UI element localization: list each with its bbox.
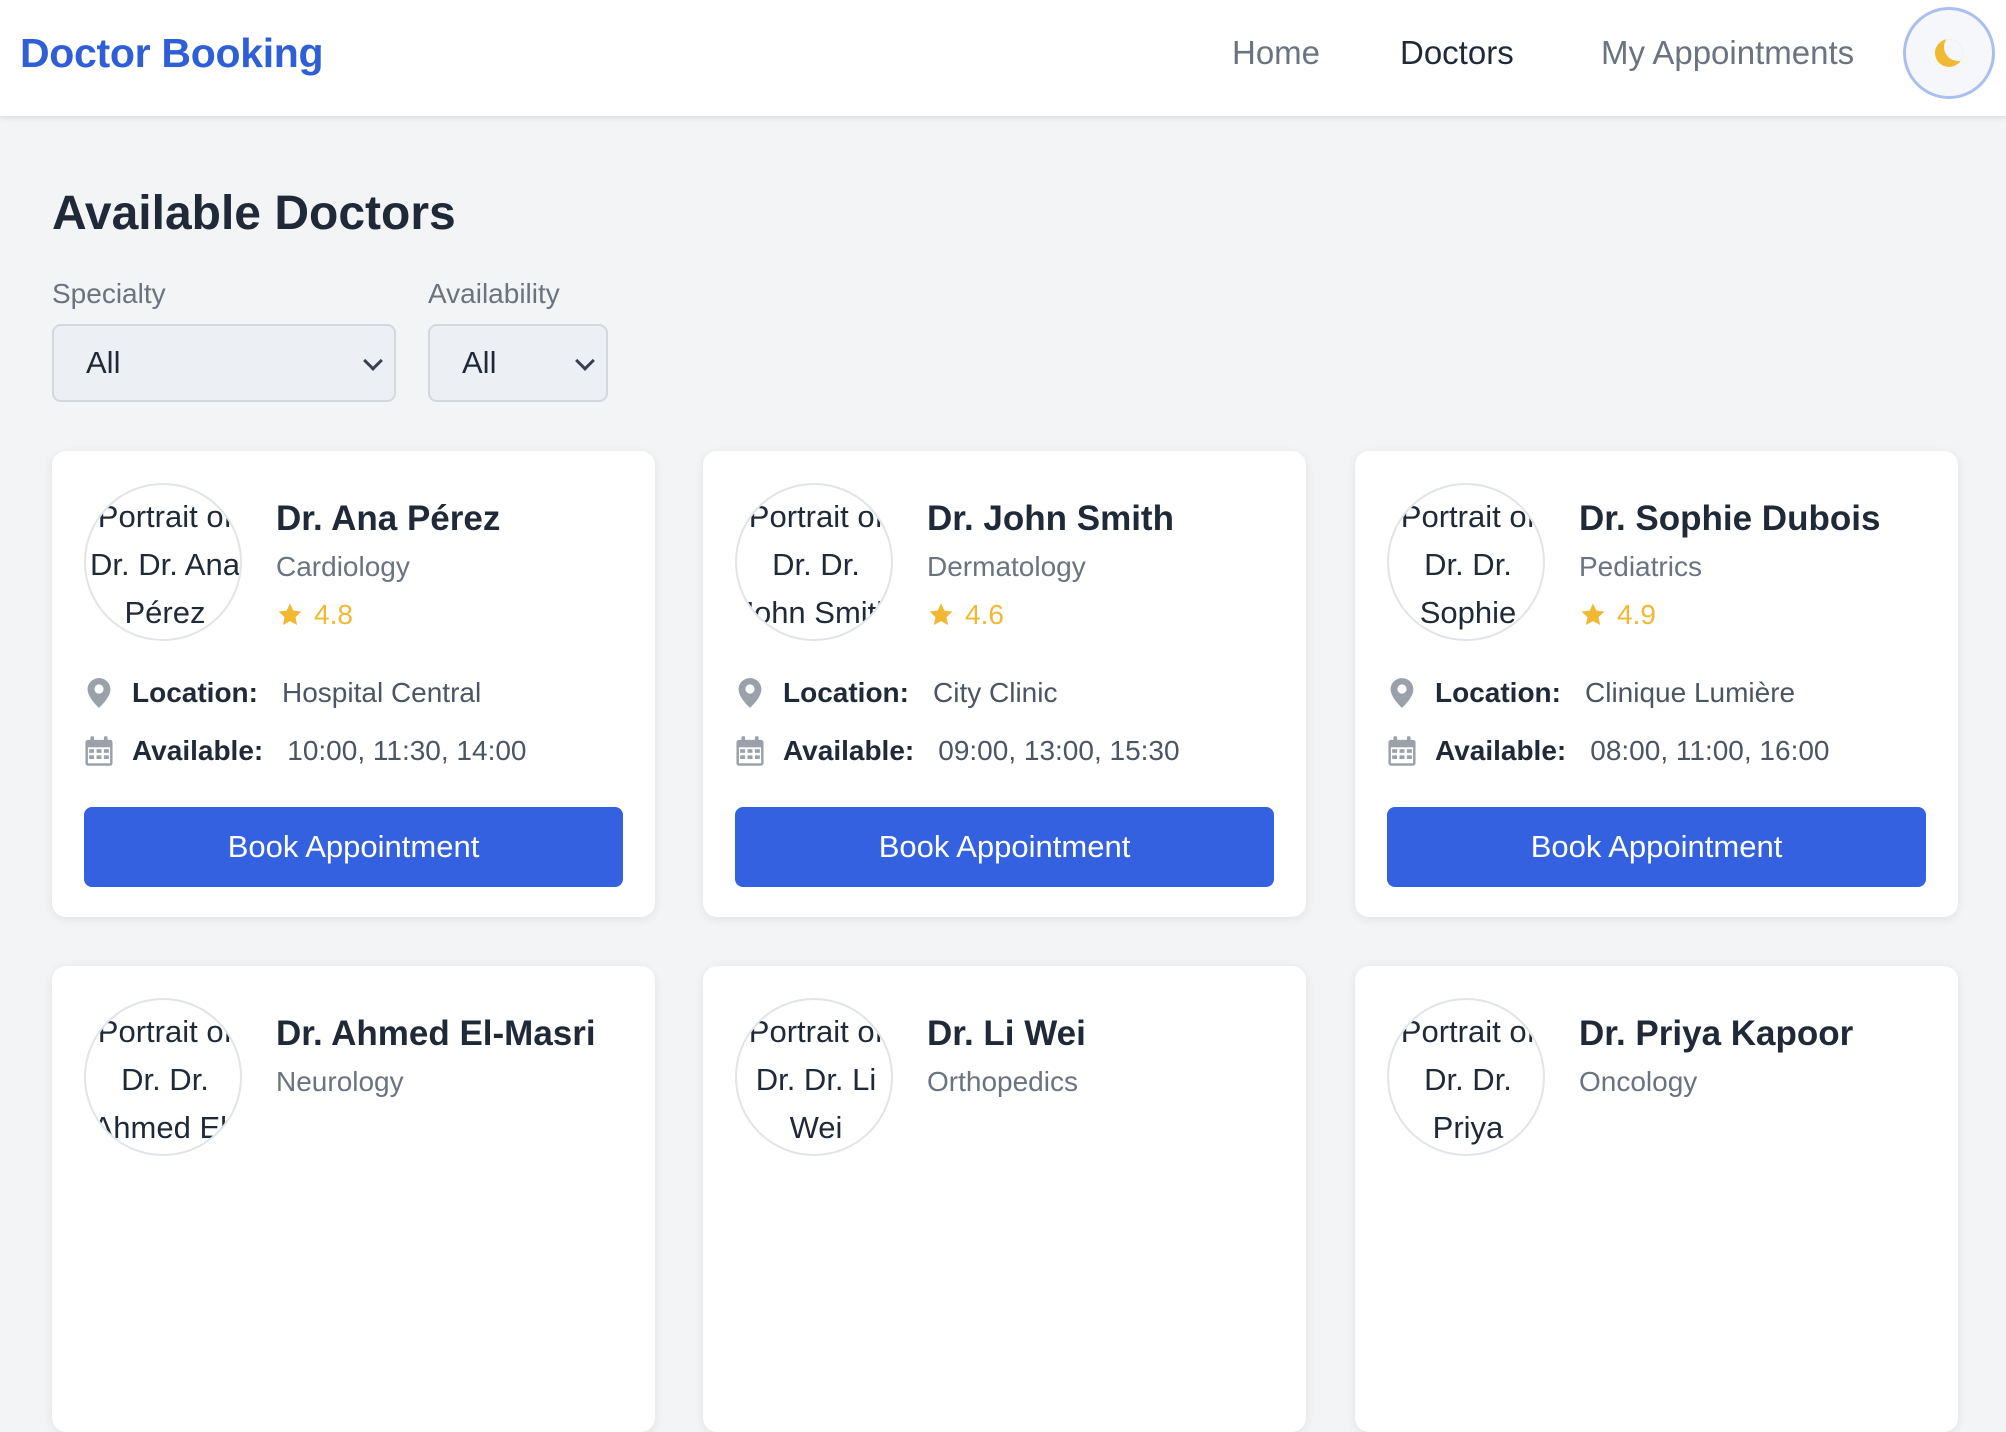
doctor-card: Portrait of Dr. Dr. Sophie Dubois Dr. So… bbox=[1355, 451, 1958, 917]
doctor-name: Dr. Sophie Dubois bbox=[1579, 499, 1881, 538]
doctor-card: Portrait of Dr. Dr. Priya Kapoor Dr. Pri… bbox=[1355, 966, 1958, 1432]
avatar-alt-text: Portrait of Dr. Dr. Li Wei bbox=[748, 1014, 884, 1145]
doctor-specialty: Oncology bbox=[1579, 1066, 1698, 1097]
location-value: City Clinic bbox=[933, 677, 1058, 708]
nav-doctors-link[interactable]: Doctors bbox=[1400, 34, 1514, 72]
doctor-avatar: Portrait of Dr. Dr. Sophie Dubois bbox=[1387, 483, 1545, 641]
location-value: Hospital Central bbox=[282, 677, 482, 708]
doctor-specialty: Neurology bbox=[276, 1066, 404, 1097]
doctor-specialty: Cardiology bbox=[276, 551, 410, 582]
doctor-specialty: Dermatology bbox=[927, 551, 1086, 582]
doctor-card: Portrait of Dr. Dr. Ana Pérez Dr. Ana Pé… bbox=[52, 451, 655, 917]
doctor-specialty: Pediatrics bbox=[1579, 551, 1702, 582]
doctor-name: Dr. Priya Kapoor bbox=[1579, 1014, 1854, 1053]
star-icon bbox=[278, 603, 302, 626]
availability-filter-label: Availability bbox=[428, 278, 560, 309]
book-appointment-button[interactable]: Book Appointment bbox=[735, 807, 1274, 887]
doctor-avatar: Portrait of Dr. Dr. John Smith bbox=[735, 483, 893, 641]
book-appointment-button[interactable]: Book Appointment bbox=[1387, 807, 1926, 887]
doctor-rating: 4.6 bbox=[927, 599, 1004, 631]
location-label: Location: bbox=[783, 677, 909, 708]
doctor-rating: 4.9 bbox=[1579, 599, 1656, 631]
available-label: Available: bbox=[1435, 735, 1567, 766]
doctor-avatar: Portrait of Dr. Dr. Priya Kapoor bbox=[1387, 998, 1545, 1156]
map-pin-icon bbox=[1390, 678, 1414, 708]
calendar-icon bbox=[85, 736, 113, 766]
location-value: Clinique Lumière bbox=[1585, 677, 1796, 708]
doctor-name: Dr. Li Wei bbox=[927, 1014, 1086, 1053]
calendar-icon bbox=[1388, 736, 1416, 766]
doctor-name: Dr. John Smith bbox=[927, 499, 1174, 538]
avatar-alt-text: Portrait of Dr. Dr. Ana Pérez bbox=[90, 499, 240, 630]
doctor-avatar: Portrait of Dr. Dr. Ahmed El-Masri bbox=[84, 998, 242, 1156]
avatar-alt-text: Portrait of Dr. Dr. Sophie Dubois bbox=[1400, 499, 1536, 630]
brand-logo[interactable]: Doctor Booking bbox=[20, 30, 324, 77]
specialty-select-value: All bbox=[86, 345, 121, 380]
doctor-specialty: Orthopedics bbox=[927, 1066, 1078, 1097]
doctor-name: Dr. Ahmed El-Masri bbox=[276, 1014, 596, 1053]
map-pin-icon bbox=[87, 678, 111, 708]
availability-select[interactable]: All bbox=[428, 324, 608, 402]
available-times: 08:00, 11:00, 16:00 bbox=[1590, 735, 1830, 766]
availability-select-value: All bbox=[462, 345, 497, 380]
availability-row: Available: 10:00, 11:30, 14:00 bbox=[84, 735, 527, 767]
location-label: Location: bbox=[132, 677, 258, 708]
book-appointment-button[interactable]: Book Appointment bbox=[84, 807, 623, 887]
rating-value: 4.6 bbox=[965, 599, 1004, 630]
chevron-down-icon bbox=[363, 351, 383, 371]
specialty-filter-label: Specialty bbox=[52, 278, 166, 309]
doctor-card: Portrait of Dr. Dr. Ahmed El-Masri Dr. A… bbox=[52, 966, 655, 1432]
location-row: Location: City Clinic bbox=[735, 677, 1057, 709]
page-title: Available Doctors bbox=[52, 187, 456, 240]
available-label: Available: bbox=[132, 735, 264, 766]
availability-row: Available: 09:00, 13:00, 15:30 bbox=[735, 735, 1180, 767]
moon-icon bbox=[1935, 39, 1963, 67]
doctor-avatar: Portrait of Dr. Dr. Li Wei bbox=[735, 998, 893, 1156]
avatar-alt-text: Portrait of Dr. Dr. Priya Kapoor bbox=[1400, 1014, 1536, 1145]
map-pin-icon bbox=[738, 678, 762, 708]
available-times: 10:00, 11:30, 14:00 bbox=[287, 735, 527, 766]
nav-my-appointments-link[interactable]: My Appointments bbox=[1601, 34, 1854, 72]
chevron-down-icon bbox=[575, 351, 595, 371]
available-label: Available: bbox=[783, 735, 915, 766]
nav-home-link[interactable]: Home bbox=[1232, 34, 1320, 72]
theme-toggle-button[interactable] bbox=[1903, 7, 1995, 99]
rating-value: 4.8 bbox=[314, 599, 353, 630]
doctor-card: Portrait of Dr. Dr. John Smith Dr. John … bbox=[703, 451, 1306, 917]
available-times: 09:00, 13:00, 15:30 bbox=[938, 735, 1180, 766]
doctor-card: Portrait of Dr. Dr. Li Wei Dr. Li Wei Or… bbox=[703, 966, 1306, 1432]
star-icon bbox=[1581, 603, 1605, 626]
doctor-rating: 4.8 bbox=[276, 599, 353, 631]
avatar-alt-text: Portrait of Dr. Dr. Ahmed El-Masri bbox=[92, 1014, 238, 1145]
doctor-avatar: Portrait of Dr. Dr. Ana Pérez bbox=[84, 483, 242, 641]
doctor-name: Dr. Ana Pérez bbox=[276, 499, 501, 538]
availability-row: Available: 08:00, 11:00, 16:00 bbox=[1387, 735, 1830, 767]
location-label: Location: bbox=[1435, 677, 1561, 708]
avatar-alt-text: Portrait of Dr. Dr. John Smith bbox=[738, 499, 893, 630]
location-row: Location: Clinique Lumière bbox=[1387, 677, 1795, 709]
top-nav-bar: Doctor Booking Home Doctors My Appointme… bbox=[0, 0, 2006, 116]
rating-value: 4.9 bbox=[1617, 599, 1656, 630]
location-row: Location: Hospital Central bbox=[84, 677, 481, 709]
star-icon bbox=[929, 603, 953, 626]
calendar-icon bbox=[736, 736, 764, 766]
specialty-select[interactable]: All bbox=[52, 324, 396, 402]
